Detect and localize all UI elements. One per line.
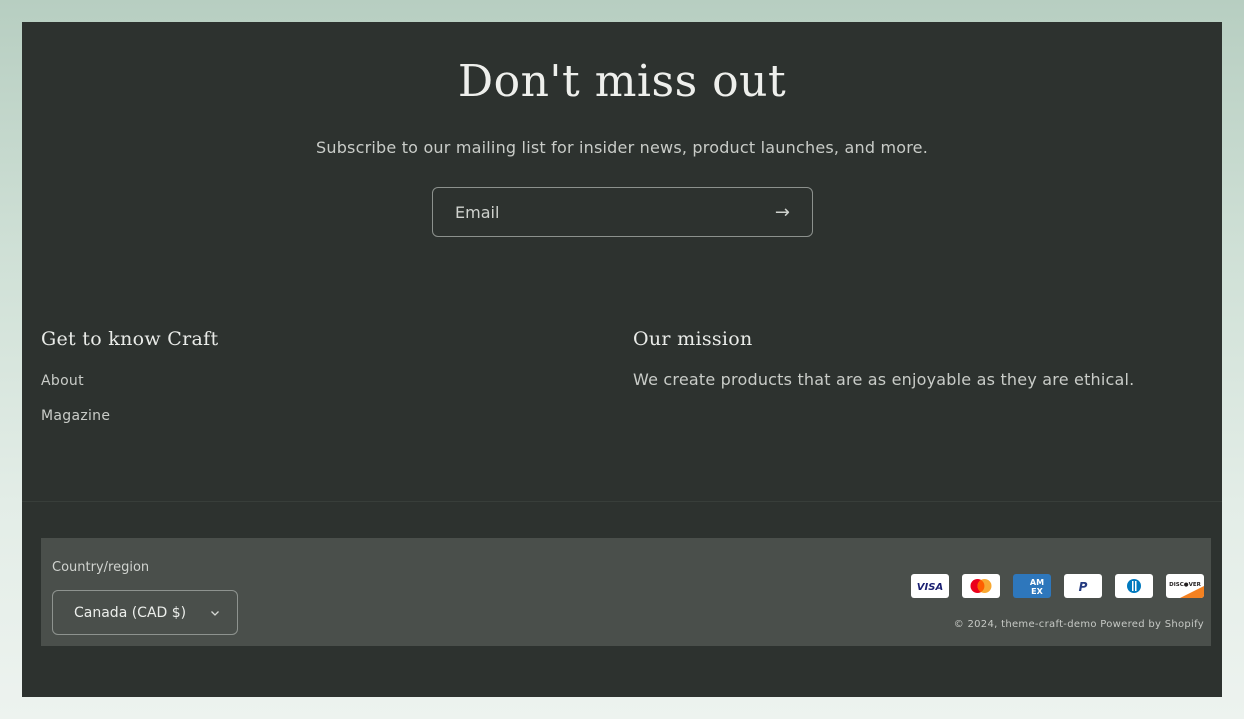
about-link[interactable]: About bbox=[41, 373, 84, 389]
footer-bottom-bar: Country/region Canada (CAD $) VISA AM EX… bbox=[41, 538, 1211, 646]
discover-icon: DISC●VER bbox=[1166, 574, 1204, 598]
mission-text: We create products that are as enjoyable… bbox=[633, 370, 1135, 389]
country-selected-value: Canada (CAD $) bbox=[74, 604, 187, 621]
diners-club-icon bbox=[1115, 574, 1153, 598]
country-selector[interactable]: Canada (CAD $) bbox=[52, 590, 238, 635]
mission-heading: Our mission bbox=[633, 328, 753, 350]
footer-link-item: About bbox=[41, 370, 218, 389]
amex-icon: AM EX bbox=[1013, 574, 1051, 598]
country-label: Country/region bbox=[52, 560, 150, 575]
newsletter-subtitle: Subscribe to our mailing list for inside… bbox=[316, 138, 928, 157]
mission-column: Our mission We create products that are … bbox=[633, 328, 1134, 389]
svg-text:P: P bbox=[1079, 580, 1088, 594]
newsletter-form: → bbox=[432, 187, 813, 237]
svg-text:DISC●VER: DISC●VER bbox=[1169, 582, 1201, 588]
copyright-prefix: © 2024, bbox=[953, 619, 1002, 630]
svg-text:EX: EX bbox=[1031, 587, 1043, 596]
magazine-link[interactable]: Magazine bbox=[41, 408, 110, 424]
mastercard-icon bbox=[962, 574, 1000, 598]
visa-icon: VISA bbox=[911, 574, 949, 598]
chevron-down-icon bbox=[211, 610, 219, 616]
site-footer: Don't miss out Subscribe to our mailing … bbox=[22, 22, 1222, 697]
powered-by-shopify-link[interactable]: Powered by Shopify bbox=[1100, 619, 1204, 630]
payment-methods-list: VISA AM EX P DISC●VER bbox=[911, 574, 1204, 598]
footer-link-item: Magazine bbox=[41, 405, 218, 424]
footer-divider bbox=[22, 501, 1222, 502]
footer-links-column: Get to know Craft About Magazine bbox=[41, 328, 218, 440]
copyright: © 2024, theme-craft-demo Powered by Shop… bbox=[954, 619, 1204, 630]
newsletter-title: Don't miss out bbox=[457, 56, 787, 107]
subscribe-button[interactable]: → bbox=[775, 202, 790, 223]
svg-text:VISA: VISA bbox=[917, 582, 943, 593]
links-heading: Get to know Craft bbox=[41, 328, 219, 350]
paypal-icon: P bbox=[1064, 574, 1102, 598]
store-link[interactable]: theme-craft-demo bbox=[1001, 619, 1097, 630]
arrow-right-icon: → bbox=[774, 201, 790, 223]
email-input[interactable] bbox=[455, 202, 775, 222]
svg-text:AM: AM bbox=[1030, 578, 1044, 587]
footer-links-list: About Magazine bbox=[41, 370, 218, 424]
